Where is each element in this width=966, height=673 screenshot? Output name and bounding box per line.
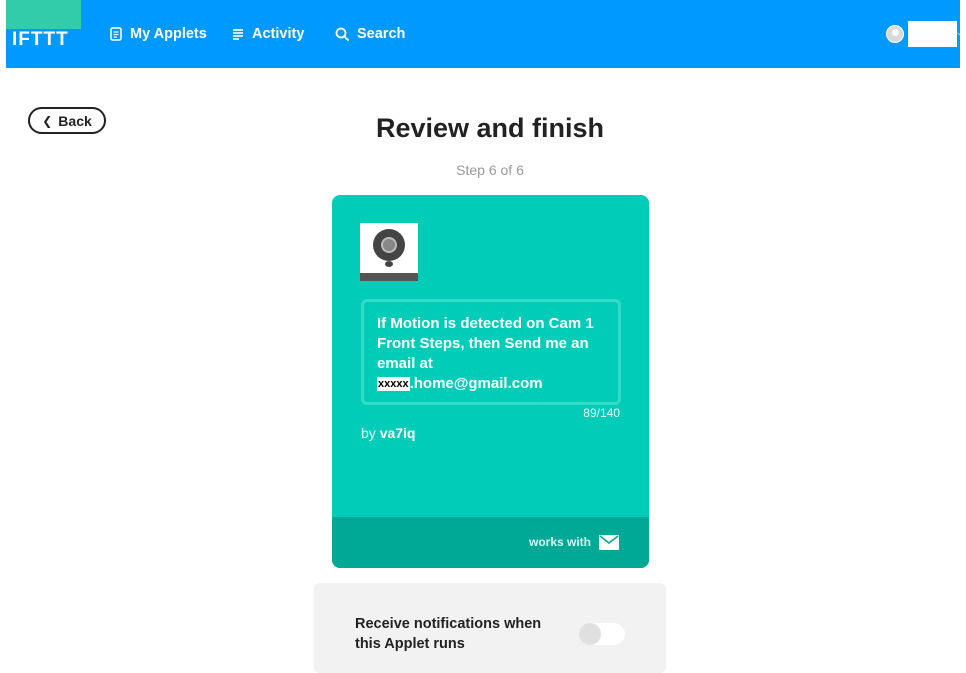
redacted-email-user: xxxxx xyxy=(377,377,410,391)
nav-activity[interactable]: Activity xyxy=(232,22,304,46)
wyze-camera-icon xyxy=(360,223,418,281)
avatar[interactable] xyxy=(886,25,904,43)
top-navbar: IFTTT My Applets Activity Search ⌵ xyxy=(6,0,966,68)
notification-toggle[interactable] xyxy=(579,623,625,645)
username-redacted[interactable] xyxy=(908,21,957,47)
notification-label: Receive notifications when this Applet r… xyxy=(355,616,542,652)
camera-lens xyxy=(381,237,397,253)
step-indicator: Step 6 of 6 xyxy=(456,162,524,178)
camera-base xyxy=(360,273,418,281)
by-label: by xyxy=(361,425,376,441)
email-icon xyxy=(599,535,619,550)
nav-activity-label: Activity xyxy=(252,26,305,42)
page-title: Review and finish xyxy=(375,113,605,143)
camera-neck xyxy=(385,261,393,267)
card-footer: works with xyxy=(332,517,649,568)
chevron-down-icon[interactable]: ⌵ xyxy=(957,26,966,41)
applet-card: If Motion is detected on Cam 1 Front Ste… xyxy=(332,195,649,568)
nav-my-applets-label: My Applets xyxy=(130,26,207,42)
nav-search[interactable]: Search xyxy=(335,22,405,46)
nav-my-applets[interactable]: My Applets xyxy=(110,22,207,46)
ifttt-logo[interactable]: IFTTT xyxy=(6,0,81,68)
logo-text: IFTTT xyxy=(12,29,69,50)
applet-author: by va7iq xyxy=(361,425,416,441)
character-count: 89/140 xyxy=(583,406,620,420)
applet-title-field[interactable]: If Motion is detected on Cam 1 Front Ste… xyxy=(361,299,621,405)
toggle-knob xyxy=(579,623,601,645)
author-name: va7iq xyxy=(379,425,416,441)
applet-title-email-domain: .home@gmail.com xyxy=(409,375,543,392)
document-icon xyxy=(110,27,122,41)
nav-search-label: Search xyxy=(357,26,406,42)
search-icon xyxy=(335,27,349,41)
list-icon xyxy=(232,28,244,40)
notification-settings: Receive notifications when this Applet r… xyxy=(314,583,666,673)
works-with-label: works with xyxy=(528,535,591,549)
applet-title-text: If Motion is detected on Cam 1 Front Ste… xyxy=(377,315,594,372)
logo-accent xyxy=(6,0,81,29)
